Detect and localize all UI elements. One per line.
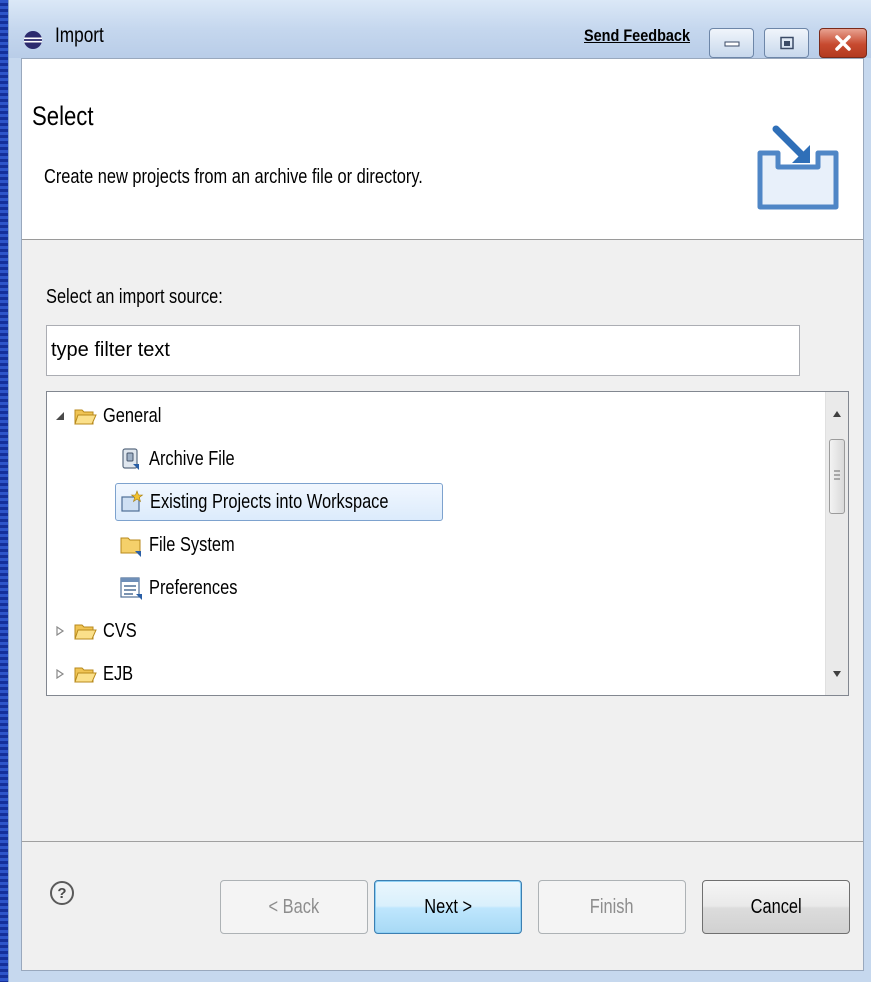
page-description: Create new projects from an archive file… xyxy=(44,166,423,188)
cancel-button[interactable]: Cancel xyxy=(702,880,850,934)
minimize-button[interactable] xyxy=(709,28,754,58)
minimize-icon xyxy=(724,41,739,47)
folder-icon xyxy=(120,537,141,557)
scroll-down-button[interactable] xyxy=(826,664,848,684)
filter-input[interactable] xyxy=(46,325,800,376)
folder-open-icon xyxy=(74,624,97,640)
import-wizard-icon xyxy=(757,125,839,210)
scroll-down-arrow-icon xyxy=(833,671,841,677)
tree-item-label: EJB xyxy=(103,662,134,685)
import-source-label: Select an import source: xyxy=(46,286,223,308)
preferences-icon xyxy=(120,577,142,600)
expanded-arrow-icon xyxy=(56,412,64,420)
footer-separator xyxy=(22,841,863,842)
title-bar[interactable]: Import Send Feedback xyxy=(9,0,871,58)
collapsed-arrow-icon xyxy=(56,669,65,679)
dialog-content: Select Create new projects from an archi… xyxy=(21,58,864,971)
tree-item-existing-projects[interactable]: Existing Projects into Workspace xyxy=(115,483,443,521)
next-button[interactable]: Next > xyxy=(374,880,522,934)
tree-item-file-system[interactable]: File System xyxy=(119,526,253,564)
close-button[interactable] xyxy=(819,28,867,58)
window-title: Import xyxy=(55,24,104,47)
back-button[interactable]: < Back xyxy=(220,880,368,934)
close-icon xyxy=(835,35,851,51)
scroll-up-button[interactable] xyxy=(826,404,848,424)
scroll-up-arrow-icon xyxy=(833,411,841,417)
send-feedback-link[interactable]: Send Feedback xyxy=(584,26,690,46)
tree-item-archive-file[interactable]: Archive File xyxy=(119,440,253,478)
next-button-label: Next > xyxy=(424,895,472,918)
scroll-grip-icon xyxy=(834,470,840,480)
back-button-label: < Back xyxy=(268,895,320,918)
eclipse-icon xyxy=(24,31,42,49)
wizard-header: Select Create new projects from an archi… xyxy=(22,59,863,240)
tree-item-label: CVS xyxy=(103,619,137,642)
tree-item-label: Archive File xyxy=(149,447,235,470)
archive-file-icon xyxy=(122,448,139,470)
tree-scrollbar[interactable] xyxy=(825,392,848,695)
folder-open-icon xyxy=(74,667,97,683)
tree-item-label: Existing Projects into Workspace xyxy=(150,490,389,513)
page-title: Select xyxy=(32,101,94,131)
project-icon xyxy=(121,490,144,512)
cancel-button-label: Cancel xyxy=(750,895,802,918)
import-source-tree[interactable]: General Archive File Existing Projects i… xyxy=(46,391,849,696)
maximize-icon xyxy=(779,36,794,50)
help-icon[interactable]: ? xyxy=(50,881,74,905)
finish-button-label: Finish xyxy=(590,895,634,918)
tree-item-preferences[interactable]: Preferences xyxy=(119,569,257,607)
import-dialog: Import Send Feedback Select Create new p… xyxy=(8,0,871,982)
tree-item-label: General xyxy=(103,404,162,427)
tree-item-label: Preferences xyxy=(149,576,238,599)
tree-item-ejb[interactable]: EJB xyxy=(55,655,140,693)
tree-item-cvs[interactable]: CVS xyxy=(55,612,144,650)
tree-item-label: File System xyxy=(149,533,235,556)
collapsed-arrow-icon xyxy=(56,626,65,636)
folder-open-icon xyxy=(74,409,97,425)
maximize-button[interactable] xyxy=(764,28,809,58)
tree-item-general[interactable]: General xyxy=(55,397,174,435)
finish-button[interactable]: Finish xyxy=(538,880,686,934)
scroll-thumb[interactable] xyxy=(829,439,845,514)
